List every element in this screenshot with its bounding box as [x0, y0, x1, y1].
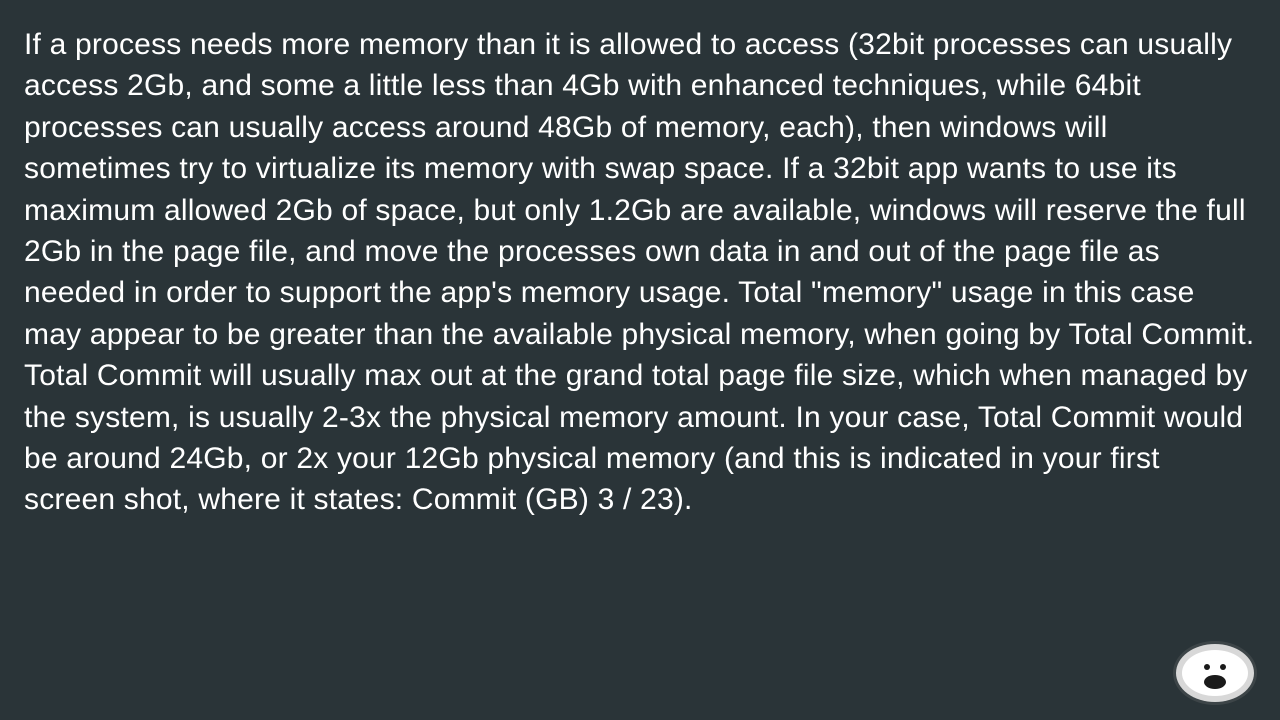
avatar-badge: [1176, 644, 1254, 702]
explanation-paragraph: If a process needs more memory than it i…: [24, 24, 1256, 521]
cartoon-face-icon: [1182, 650, 1248, 696]
